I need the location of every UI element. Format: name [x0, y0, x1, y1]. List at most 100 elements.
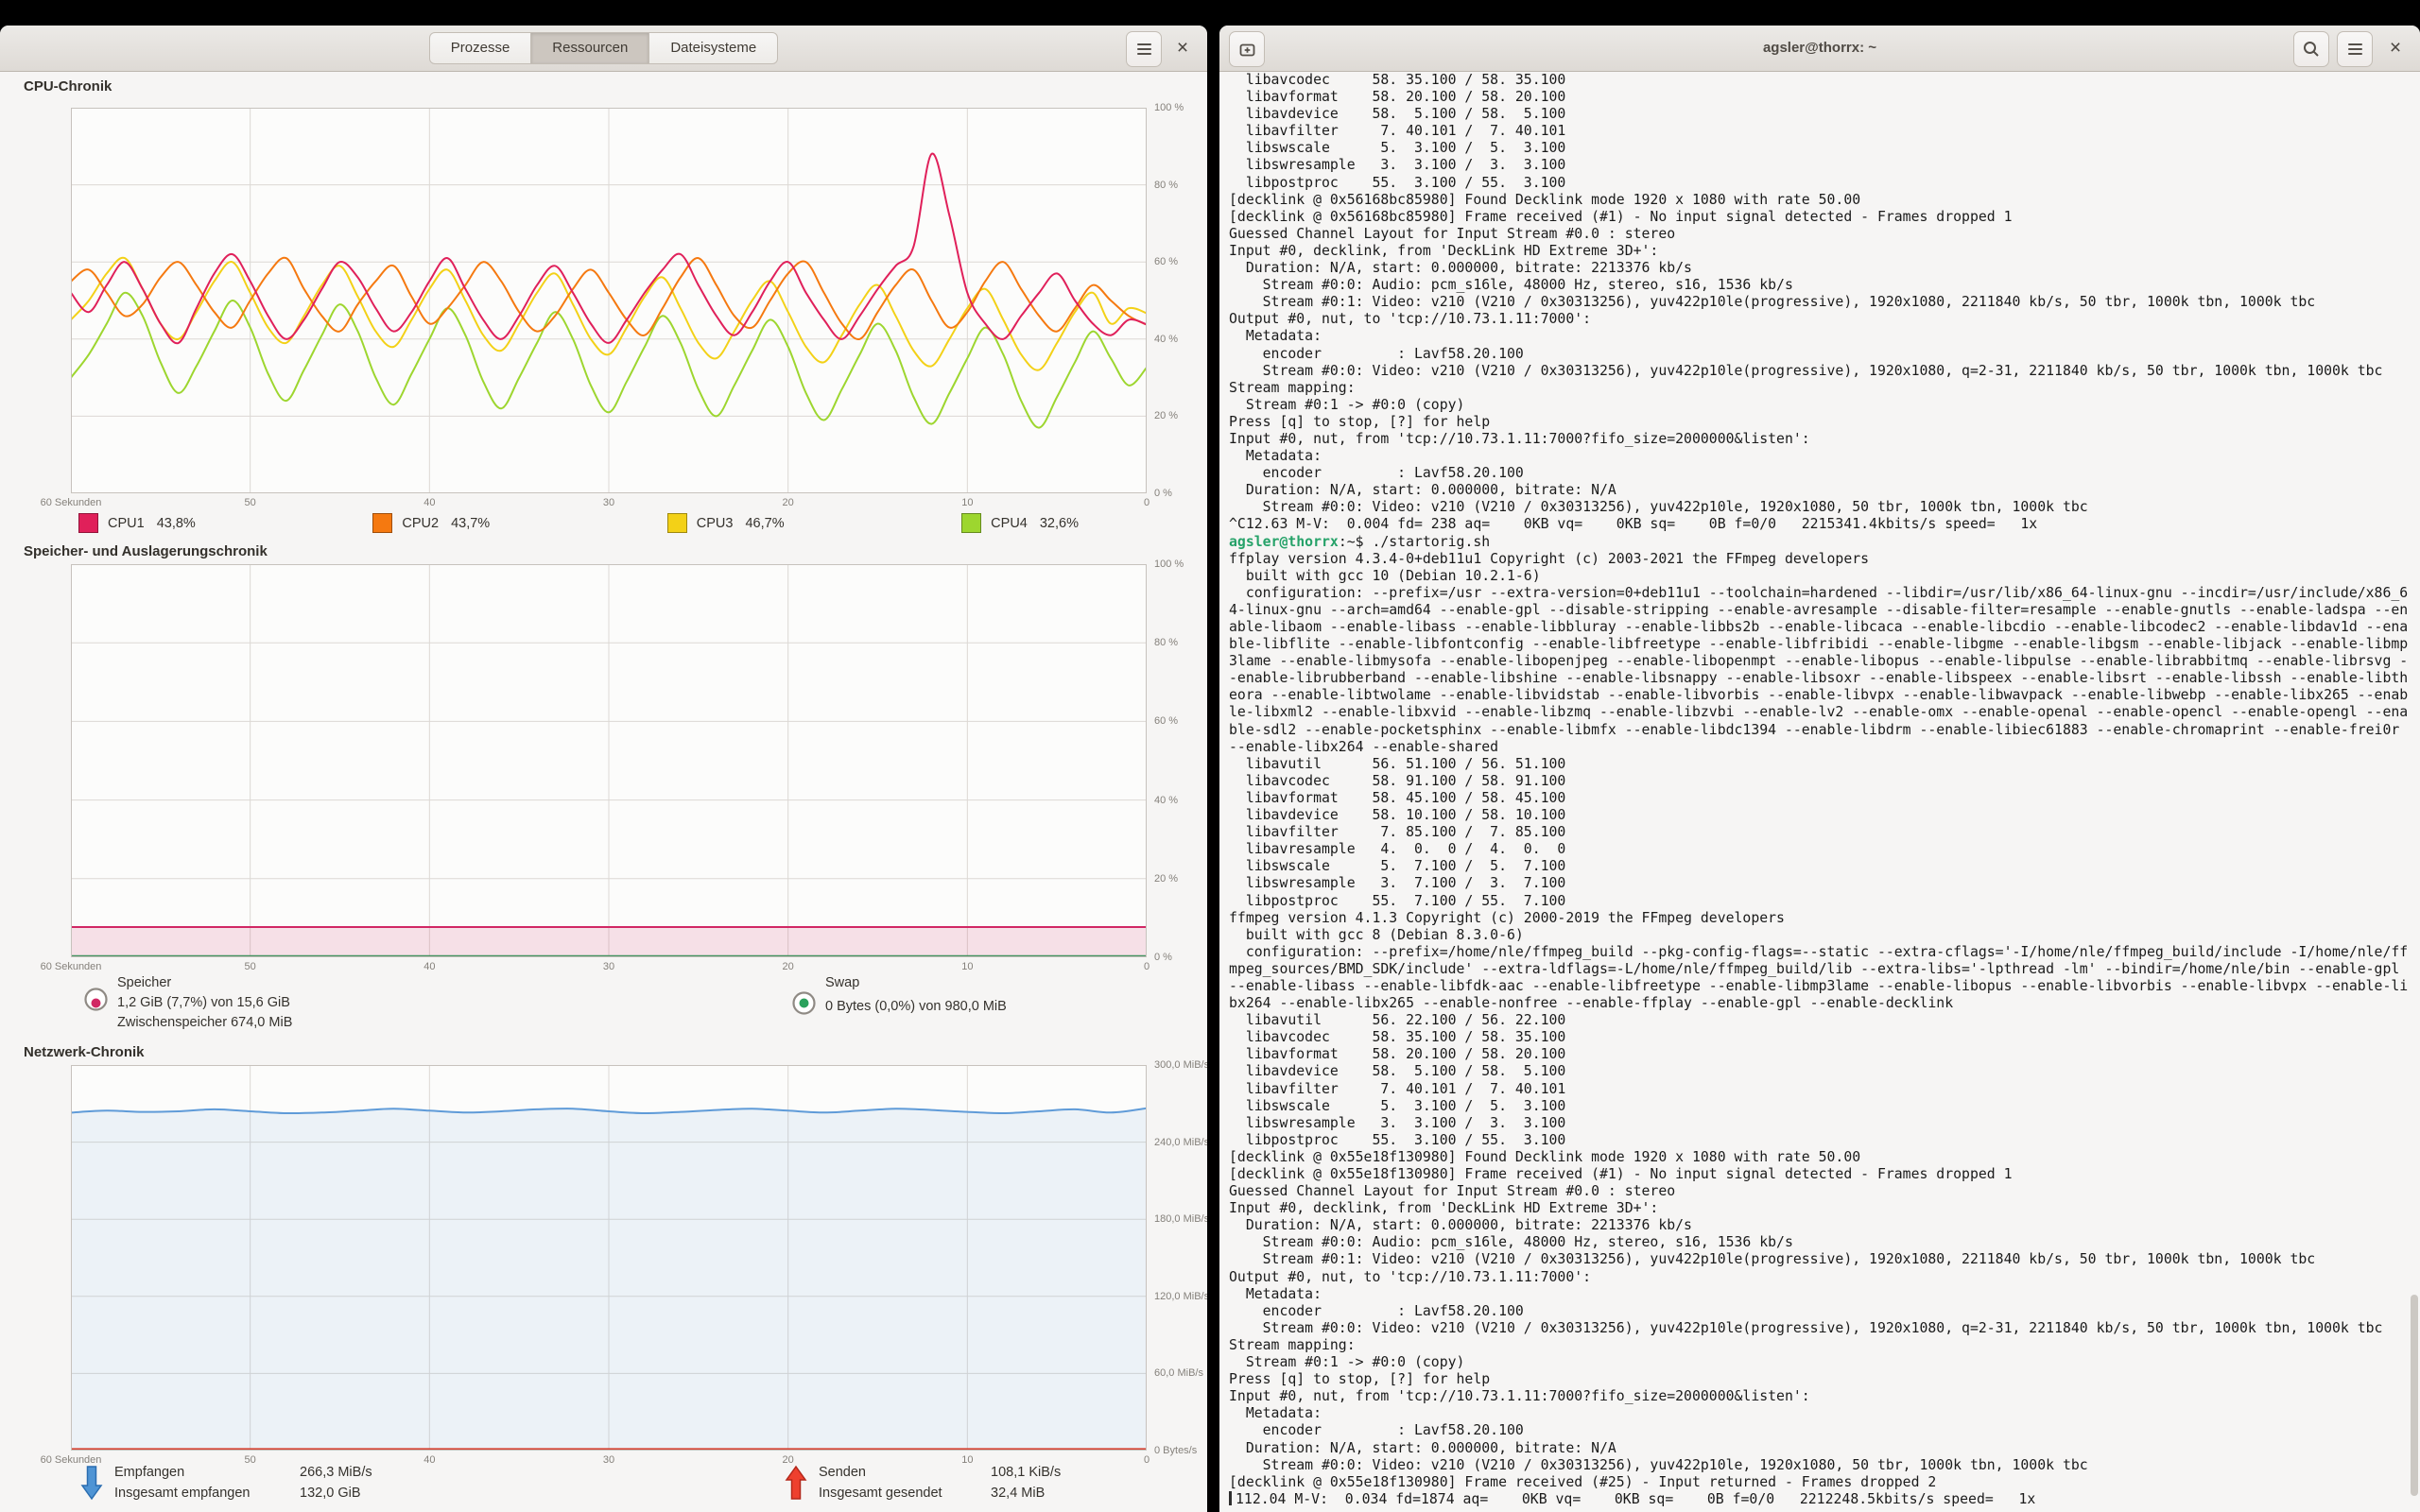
terminal-line: encoder : Lavf58.20.100 [1229, 465, 2411, 482]
cpu-name: CPU3 [697, 516, 734, 531]
terminal-line: Duration: N/A, start: 0.000000, bitrate:… [1229, 260, 2411, 277]
terminal-output[interactable]: libavcodec 58. 35.100 / 58. 35.100 libav… [1229, 72, 2411, 1512]
terminal-line: encoder : Lavf58.20.100 [1229, 346, 2411, 363]
terminal-line: Input #0, decklink, from 'DeckLink HD Ex… [1229, 243, 2411, 260]
close-button[interactable]: × [1167, 31, 1198, 65]
tab-dateisysteme[interactable]: Dateisysteme [649, 32, 778, 64]
y-axis-tick-label: 100 % [1154, 102, 1184, 113]
terminal-line: ffmpeg version 4.1.3 Copyright (c) 2000-… [1229, 910, 2411, 927]
terminal-line: libswscale 5. 3.100 / 5. 3.100 [1229, 140, 2411, 157]
view-switcher: Prozesse Ressourcen Dateisysteme [0, 32, 1207, 64]
terminal-line: configuration: --prefix=/home/nle/ffmpeg… [1229, 944, 2411, 961]
x-axis-tick-label: 50 [245, 961, 256, 972]
terminal-line: Stream #0:0: Audio: pcm_s16le, 48000 Hz,… [1229, 277, 2411, 294]
terminal-line: Input #0, decklink, from 'DeckLink HD Ex… [1229, 1200, 2411, 1217]
swap-usage-value: 0 Bytes (0,0%) von 980,0 MiB [825, 997, 1007, 1017]
terminal-menu-button[interactable] [2337, 31, 2373, 67]
tab-prozesse[interactable]: Prozesse [429, 32, 532, 64]
y-axis-tick-label: 80 % [1154, 180, 1178, 191]
terminal-line: --enable-libass --enable-libfdk-aac --en… [1229, 978, 2411, 995]
memory-x-axis: 60 Sekunden50403020100 [71, 961, 1147, 974]
cpu-section-title: CPU-Chronik [24, 78, 112, 94]
terminal-line: Metadata: [1229, 448, 2411, 465]
terminal-line: eora --enable-libtwolame --enable-libvid… [1229, 687, 2411, 704]
shell-prompt: agsler@thorrx [1229, 534, 1339, 550]
memory-pie-icon [83, 987, 109, 1012]
swap-pie-icon [791, 990, 817, 1016]
terminal-line: Duration: N/A, start: 0.000000, bitrate:… [1229, 1440, 2411, 1457]
y-axis-tick-label: 80 % [1154, 637, 1178, 648]
y-axis-tick-label: 0 % [1154, 488, 1172, 499]
terminal-line: built with gcc 8 (Debian 8.3.0-6) [1229, 927, 2411, 944]
cpu-name: CPU4 [991, 516, 1028, 531]
terminal-line: Press [q] to stop, [?] for help [1229, 414, 2411, 431]
terminal-line: libswscale 5. 7.100 / 5. 7.100 [1229, 858, 2411, 875]
y-axis-tick-label: 20 % [1154, 410, 1178, 421]
y-axis-tick-label: 180,0 MiB/s [1154, 1213, 1207, 1225]
memory-y-axis: 100 %80 %60 %40 %20 %0 % [1154, 564, 1207, 957]
terminal-line: Metadata: [1229, 1286, 2411, 1303]
terminal-line: libavformat 58. 20.100 / 58. 20.100 [1229, 1046, 2411, 1063]
x-axis-tick-label: 20 [783, 497, 794, 508]
terminal-line: mpeg_sources/BMD_SDK/include' --extra-ld… [1229, 961, 2411, 978]
cpu-legend: CPU143,8%CPU243,7%CPU346,7%CPU432,6% [78, 513, 1079, 533]
terminal-line: Output #0, nut, to 'tcp://10.73.1.11:700… [1229, 1269, 2411, 1286]
terminal-line: Stream mapping: [1229, 380, 2411, 397]
network-received-legend: Empfangen 266,3 MiB/s Insgesamt empfange… [80, 1462, 372, 1503]
terminal-close-button[interactable]: × [2380, 31, 2411, 65]
desktop: Prozesse Ressourcen Dateisysteme × CPU-C… [0, 0, 2420, 1512]
terminal-line: [decklink @ 0x55e18f130980] Frame receiv… [1229, 1166, 2411, 1183]
terminal-line: Stream #0:1 -> #0:0 (copy) [1229, 1354, 2411, 1371]
terminal-line: Stream #0:0: Audio: pcm_s16le, 48000 Hz,… [1229, 1234, 2411, 1251]
terminal-line: libavfilter 7. 40.101 / 7. 40.101 [1229, 1081, 2411, 1098]
terminal-scrollbar[interactable] [2410, 72, 2418, 1510]
terminal-line: Stream #0:1 -> #0:0 (copy) [1229, 397, 2411, 414]
terminal-line: 112.04 M-V: 0.034 fd=1874 aq= 0KB vq= 0K… [1229, 1491, 2411, 1508]
terminal-line: libswresample 3. 3.100 / 3. 3.100 [1229, 1115, 2411, 1132]
terminal-line: built with gcc 10 (Debian 10.2.1-6) [1229, 568, 2411, 585]
terminal-line: agsler@thorrx:~$ ./startorig.sh [1229, 534, 2411, 551]
memory-cache-value: Zwischenspeicher 674,0 MiB [117, 1013, 292, 1033]
system-monitor-window: Prozesse Ressourcen Dateisysteme × CPU-C… [0, 26, 1207, 1512]
terminal-line: libavdevice 58. 5.100 / 58. 5.100 [1229, 1063, 2411, 1080]
terminal-line: libavdevice 58. 10.100 / 58. 10.100 [1229, 807, 2411, 824]
memory-history-chart [71, 564, 1147, 957]
cpu-name: CPU2 [402, 516, 439, 531]
terminal-line: bx264 --enable-libx265 --enable-nonfree … [1229, 995, 2411, 1012]
y-axis-tick-label: 60 % [1154, 256, 1178, 267]
terminal-line: [decklink @ 0x56168bc85980] Frame receiv… [1229, 209, 2411, 226]
terminal-line: Stream mapping: [1229, 1337, 2411, 1354]
terminal-line: Guessed Channel Layout for Input Stream … [1229, 1183, 2411, 1200]
received-rate-value: 266,3 MiB/s [300, 1465, 372, 1480]
cpu-color-swatch [78, 513, 98, 533]
terminal-line: ble-libflite --enable-libfontconfig --en… [1229, 636, 2411, 653]
terminal-window: agsler@thorrx: ~ × libavcodec 58. 35.100… [1219, 26, 2420, 1512]
x-axis-tick-label: 30 [603, 961, 614, 972]
cpu-legend-item: CPU346,7% [667, 513, 785, 533]
scrollbar-thumb[interactable] [2411, 1295, 2418, 1496]
terminal-line: Duration: N/A, start: 0.000000, bitrate:… [1229, 1217, 2411, 1234]
y-axis-tick-label: 60,0 MiB/s [1154, 1367, 1203, 1379]
terminal-line: Duration: N/A, start: 0.000000, bitrate:… [1229, 482, 2411, 499]
terminal-line: [decklink @ 0x55e18f130980] Frame receiv… [1229, 1474, 2411, 1491]
terminal-line: libavfilter 7. 85.100 / 7. 85.100 [1229, 824, 2411, 841]
cpu-x-axis: 60 Sekunden50403020100 [71, 497, 1147, 510]
x-axis-tick-label: 0 [1144, 1454, 1150, 1466]
terminal-line: [decklink @ 0x55e18f130980] Found Deckli… [1229, 1149, 2411, 1166]
cpu-legend-item: CPU243,7% [372, 513, 490, 533]
memory-usage-value: 1,2 GiB (7,7%) von 15,6 GiB [117, 993, 292, 1013]
x-axis-tick-label: 60 Sekunden [41, 497, 102, 508]
terminal-line: 4-linux-gnu --arch=amd64 --enable-gpl --… [1229, 602, 2411, 619]
y-axis-tick-label: 40 % [1154, 334, 1178, 345]
terminal-line: Press [q] to stop, [?] for help [1229, 1371, 2411, 1388]
sent-label: Senden [819, 1462, 987, 1483]
y-axis-tick-label: 0 Bytes/s [1154, 1445, 1197, 1456]
terminal-line: libswscale 5. 3.100 / 5. 3.100 [1229, 1098, 2411, 1115]
x-axis-tick-label: 30 [603, 497, 614, 508]
menu-button[interactable] [1126, 31, 1162, 67]
terminal-line: libavformat 58. 45.100 / 58. 45.100 [1229, 790, 2411, 807]
x-axis-tick-label: 20 [783, 961, 794, 972]
tab-ressourcen[interactable]: Ressourcen [531, 32, 649, 64]
search-button[interactable] [2293, 31, 2329, 67]
cpu-color-swatch [961, 513, 981, 533]
